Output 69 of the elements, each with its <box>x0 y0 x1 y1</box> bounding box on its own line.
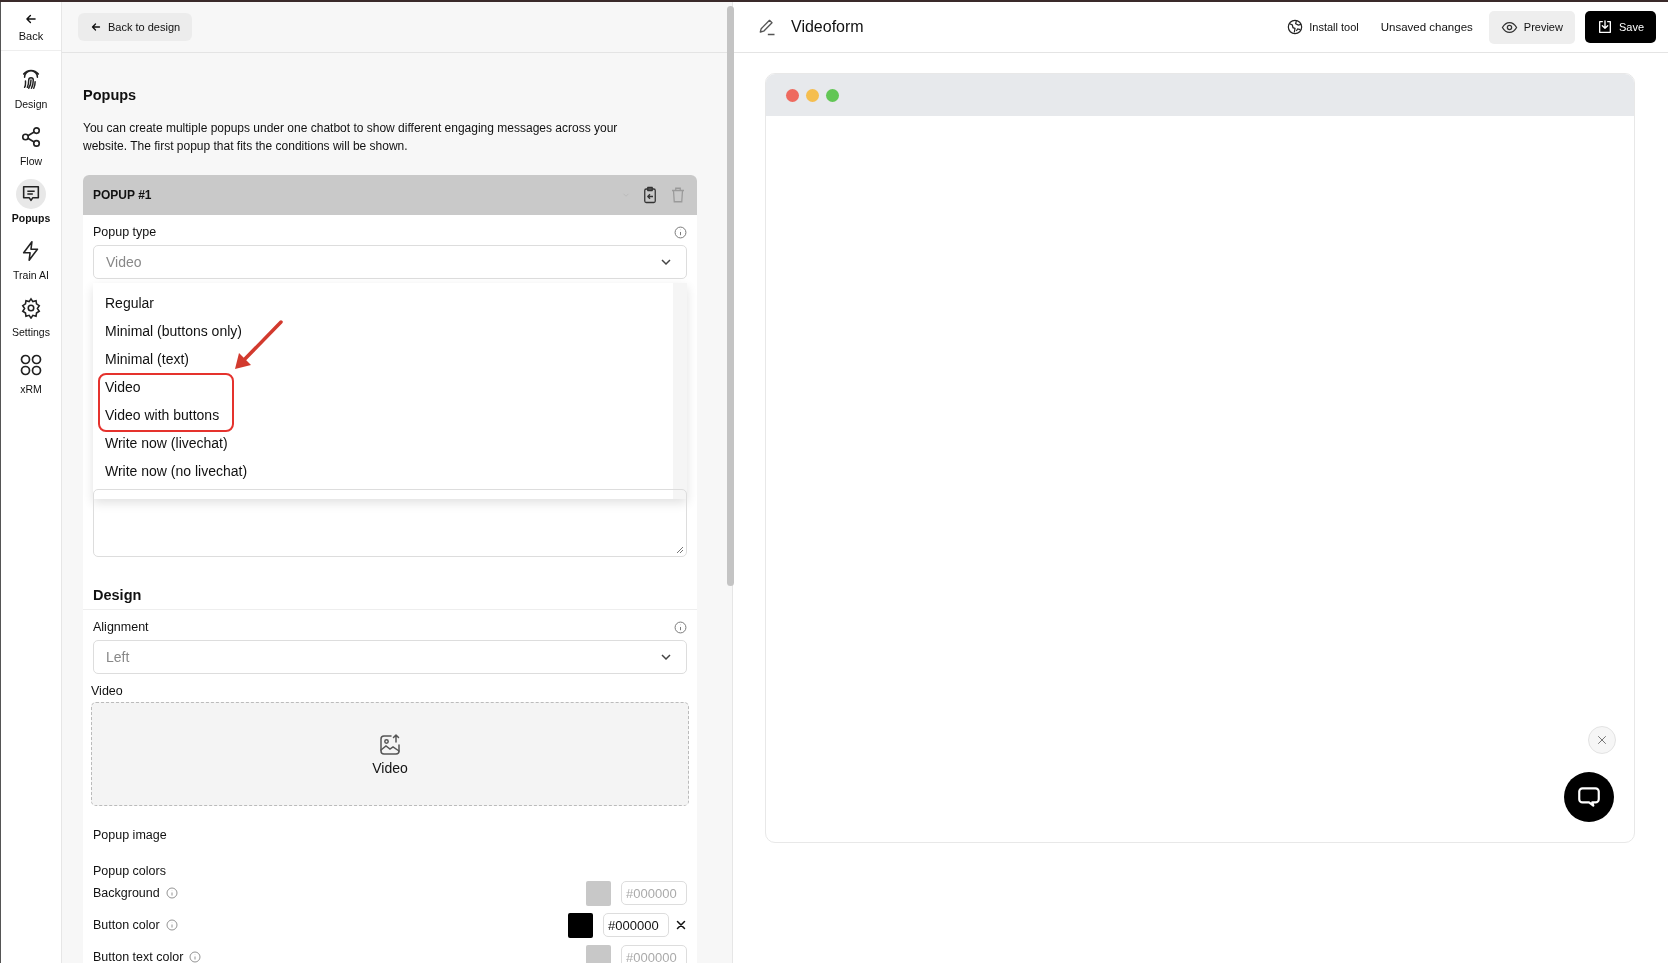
settings-icon <box>20 297 42 319</box>
copy-icon[interactable] <box>641 186 659 204</box>
field-label: Popup colors <box>93 864 167 878</box>
dropdown-option[interactable]: Minimal (buttons only) <box>105 317 661 345</box>
close-icon[interactable] <box>675 919 687 931</box>
info-icon[interactable] <box>165 919 178 931</box>
color-label: Background <box>93 886 160 900</box>
color-swatch[interactable] <box>568 912 593 938</box>
dropdown-option[interactable]: Minimal (text) <box>105 345 661 373</box>
arrow-left-icon <box>90 21 102 33</box>
scrollbar[interactable] <box>727 6 734 586</box>
back-to-design-button[interactable]: Back to design <box>78 13 193 41</box>
chat-bubble-icon <box>1576 784 1602 810</box>
video-upload-area[interactable]: Video <box>91 702 689 806</box>
save-button[interactable]: Save <box>1584 11 1656 43</box>
info-icon[interactable] <box>189 951 202 963</box>
window-dot <box>826 88 839 102</box>
color-input[interactable]: #000000 <box>621 881 687 905</box>
nav-item[interactable]: Settings <box>1 287 61 344</box>
arrow-left-icon <box>24 12 38 26</box>
install-tool-button[interactable]: Install tool <box>1281 18 1365 36</box>
color-label: Button color <box>93 918 160 932</box>
share-icon <box>20 126 42 148</box>
status-text: Unsaved changes <box>1380 21 1473 33</box>
nav-item[interactable]: Design <box>1 59 61 116</box>
color-label: Button text color <box>93 950 184 963</box>
image-upload-icon <box>378 732 402 757</box>
dropdown-option[interactable]: Regular <box>105 289 661 317</box>
fingerprint-icon <box>20 69 42 91</box>
nav-item[interactable]: Flow <box>1 116 61 173</box>
dropdown-option[interactable]: Write now (no livechat) <box>105 457 661 485</box>
field-label: Popup type <box>93 225 157 239</box>
popup-type-select[interactable]: Video <box>93 245 687 279</box>
page-title: Videoform <box>791 18 864 36</box>
color-input[interactable]: #000000 <box>621 945 687 963</box>
field-label: Alignment <box>93 620 149 634</box>
dropdown-option[interactable]: Write now (livechat) <box>105 429 661 457</box>
color-input[interactable]: #000000 <box>603 913 669 937</box>
pencil-icon <box>757 17 777 37</box>
download-icon <box>1596 19 1613 35</box>
window-dot <box>786 88 799 102</box>
color-swatch[interactable] <box>586 880 611 906</box>
section-title: Popups <box>83 87 138 103</box>
info-icon[interactable] <box>674 225 687 239</box>
dropdown-option[interactable]: Video with buttons <box>105 401 661 429</box>
trash-icon[interactable] <box>669 186 687 204</box>
resize-grip-icon <box>676 546 684 554</box>
window-dot <box>806 88 819 102</box>
nav-item[interactable]: xRM <box>1 344 61 401</box>
nav-item[interactable]: Popups <box>1 173 61 230</box>
back-button[interactable]: Back <box>1 2 61 51</box>
alignment-select[interactable]: Left <box>93 640 687 674</box>
chat-launcher-button[interactable] <box>1564 772 1614 822</box>
preview-button[interactable]: Preview <box>1488 10 1575 44</box>
message-textarea[interactable] <box>93 489 687 557</box>
close-button[interactable] <box>1588 726 1616 754</box>
globe-icon <box>1287 19 1304 35</box>
color-swatch[interactable] <box>586 944 611 963</box>
close-icon <box>1596 734 1608 746</box>
grid-icon <box>19 353 43 377</box>
field-label: Video <box>91 684 124 698</box>
dropdown-option[interactable]: Video <box>105 373 661 401</box>
section-title: Design <box>93 587 142 603</box>
field-label: Popup image <box>93 828 168 842</box>
info-icon[interactable] <box>674 620 687 634</box>
nav-item[interactable]: Train AI <box>1 230 61 287</box>
description: You can create multiple popups under one chatbot to show different engaging messages across your website. The first popup that fits the conditions will be shown. <box>83 120 619 155</box>
info-icon[interactable] <box>165 887 178 899</box>
popup-title: POPUP #1 <box>93 188 153 202</box>
